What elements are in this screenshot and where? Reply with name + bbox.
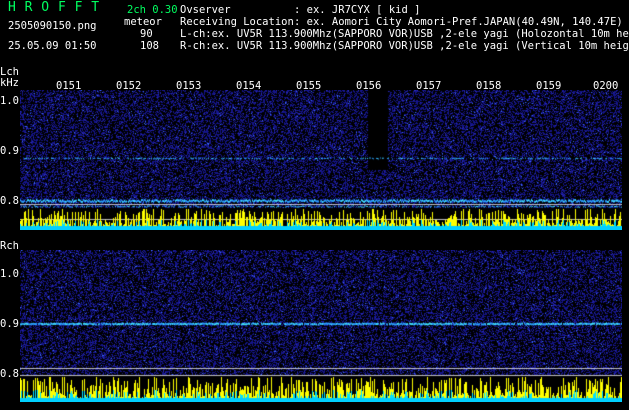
app-title: H R O F F T [8, 0, 100, 15]
khz-unit-label: kHz [0, 77, 19, 89]
observer-value: : ex. JR7CYX [ kid ] [294, 4, 421, 16]
rch-config: R-ch:ex. UV5R 113.900Mhz(SAPPORO VOR)USB… [180, 40, 629, 52]
meteor-label: meteor [124, 16, 162, 28]
datetime-label: 25.05.09 01:50 [8, 40, 97, 52]
location-label: Receiving Location [180, 16, 294, 28]
lch-config: L-ch:ex. UV5R 113.900Mhz(SAPPORO VOR)USB… [180, 28, 629, 40]
filename-label: 2505090150.png [8, 20, 97, 32]
rch-label: Rch [0, 240, 19, 252]
observer-label: Ovserver [180, 4, 231, 16]
rch-ytick: 0.8 [0, 368, 19, 380]
rch-spectrogram [20, 250, 622, 402]
lch-ytick: 1.0 [0, 95, 19, 107]
rch-count: 108 [140, 40, 159, 52]
version-label: 2ch 0.30 [127, 4, 178, 16]
lch-ytick: 0.8 [0, 195, 19, 207]
rch-ytick: 1.0 [0, 268, 19, 280]
rch-spectrogram-panel [20, 250, 622, 402]
lch-count: 90 [140, 28, 153, 40]
rch-ytick: 0.9 [0, 318, 19, 330]
lch-spectrogram-panel [20, 90, 622, 230]
lch-spectrogram [20, 90, 622, 230]
location-value: : ex. Aomori City Aomori-Pref.JAPAN(40.4… [294, 16, 623, 28]
lch-ytick: 0.9 [0, 145, 19, 157]
